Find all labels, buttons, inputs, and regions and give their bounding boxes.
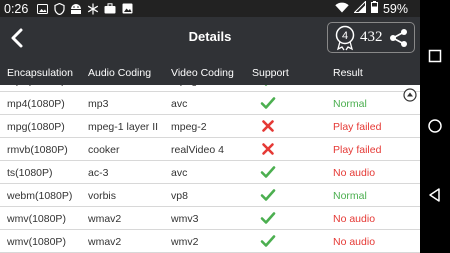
status-right: 59% (335, 0, 408, 17)
check-icon (260, 164, 276, 180)
battery-icon (370, 1, 378, 16)
cell-encapsulation: mpg(1080P) (7, 121, 65, 133)
check-icon (260, 95, 276, 111)
cellular-signal-icon (353, 0, 366, 16)
status-bar: 0:26 59% (0, 0, 450, 17)
system-nav-bar (420, 0, 450, 253)
table-row[interactable]: ts(1080P) ac-3 avc No audio (0, 161, 420, 184)
wifi-icon (335, 2, 349, 16)
score-value: 432 (360, 29, 383, 45)
cell-encapsulation: wmv(1080P) (7, 236, 66, 248)
cell-video-coding: mpeg-2 (171, 121, 207, 133)
cell-audio-coding: vorbis (88, 190, 117, 202)
cell-encapsulation: ts(1080P) (7, 167, 53, 179)
snowflake-icon (87, 3, 99, 15)
cell-audio-coding: mpeg-1 layer II (88, 121, 159, 133)
cell-result: Normal (333, 98, 367, 110)
battery-percent: 59% (382, 1, 408, 16)
cell-video-coding: realVideo 4 (171, 144, 224, 156)
scroll-to-top-button[interactable] (403, 88, 417, 102)
status-icons (36, 2, 133, 15)
cell-audio-coding: wmav2 (88, 213, 122, 225)
check-icon (260, 210, 276, 226)
table-rows: mp4(1080P)he-aacmpeg-4Normalmp4(1080P)mp… (0, 85, 420, 253)
cell-result: Normal (333, 190, 367, 202)
cell-encapsulation: webm(1080P) (7, 190, 73, 202)
share-button[interactable] (389, 28, 409, 48)
image-icon (36, 3, 48, 15)
header-audio-coding: Audio Coding (88, 67, 152, 79)
header-encapsulation: Encapsulation (7, 67, 73, 79)
details-table[interactable]: mp4(1080P)he-aacmpeg-4Normalmp4(1080P)mp… (0, 85, 420, 253)
medal-icon: 4 (333, 25, 357, 51)
cell-video-coding: vp8 (171, 190, 188, 202)
scroll-up-icon (403, 88, 417, 102)
details-screen: Details 4 432 Encapsulation Audio Coding (0, 17, 420, 253)
triangle-back-icon (429, 188, 440, 202)
cell-audio-coding: wmav2 (88, 236, 122, 248)
share-icon (389, 28, 407, 47)
back-button[interactable] (6, 26, 30, 50)
cell-result: No audio (333, 236, 376, 248)
cross-icon (260, 118, 276, 134)
header-video-coding: Video Coding (171, 67, 234, 79)
table-row[interactable]: webm(1080P) vorbis vp8 Normal (0, 184, 420, 207)
cell-video-coding: mpeg-4 (171, 85, 207, 87)
cell-audio-coding: he-aac (88, 85, 120, 87)
medal-number: 4 (342, 30, 348, 42)
cell-video-coding: wmv3 (171, 213, 199, 225)
cell-result: Play failed (333, 144, 382, 156)
cell-audio-coding: ac-3 (88, 167, 109, 179)
check-icon (260, 85, 276, 88)
android-icon (70, 3, 82, 15)
table-row[interactable]: mp4(1080P) he-aac mpeg-4 Normal (0, 85, 420, 92)
cell-video-coding: avc (171, 98, 188, 110)
status-time: 0:26 (4, 1, 29, 16)
home-button[interactable] (427, 118, 443, 134)
table-header: Encapsulation Audio Coding Video Coding … (0, 60, 420, 85)
table-row[interactable]: mp4(1080P) mp3 avc Normal (0, 92, 420, 115)
table-row[interactable]: mpg(1080P) mpeg-1 layer II mpeg-2 Play fail… (0, 115, 420, 138)
cell-encapsulation: mp4(1080P) (7, 98, 65, 110)
cell-result: Normal (333, 85, 367, 87)
header-result: Result (333, 67, 363, 79)
cell-result: No audio (333, 213, 376, 225)
cell-audio-coding: cooker (88, 144, 120, 156)
cell-result: No audio (333, 167, 376, 179)
square-icon (428, 49, 442, 63)
table-row[interactable]: wmv(1080P) wmav2 wmv2 No audio (0, 230, 420, 253)
table-row[interactable]: wmv(1080P) wmav2 wmv3 No audio (0, 207, 420, 230)
cell-audio-coding: mp3 (88, 98, 109, 110)
cell-video-coding: avc (171, 167, 188, 179)
briefcase-icon (104, 3, 116, 15)
recents-button[interactable] (427, 48, 443, 64)
photo-icon (121, 3, 133, 15)
cell-video-coding: wmv2 (171, 236, 199, 248)
circle-icon (428, 119, 442, 133)
shield-icon (53, 2, 65, 15)
cell-encapsulation: rmvb(1080P) (7, 144, 68, 156)
header-support: Support (252, 67, 289, 79)
table-row[interactable]: rmvb(1080P) cooker realVideo 4 Play failed (0, 138, 420, 161)
toolbar: Details 4 432 (0, 17, 420, 60)
check-icon (260, 187, 276, 203)
nav-back-button[interactable] (427, 187, 443, 203)
cell-result: Play failed (333, 121, 382, 133)
cross-icon (260, 141, 276, 157)
score-box: 4 432 (327, 22, 415, 53)
cell-encapsulation: wmv(1080P) (7, 213, 66, 225)
check-icon (260, 233, 276, 249)
cell-encapsulation: mp4(1080P) (7, 85, 65, 87)
